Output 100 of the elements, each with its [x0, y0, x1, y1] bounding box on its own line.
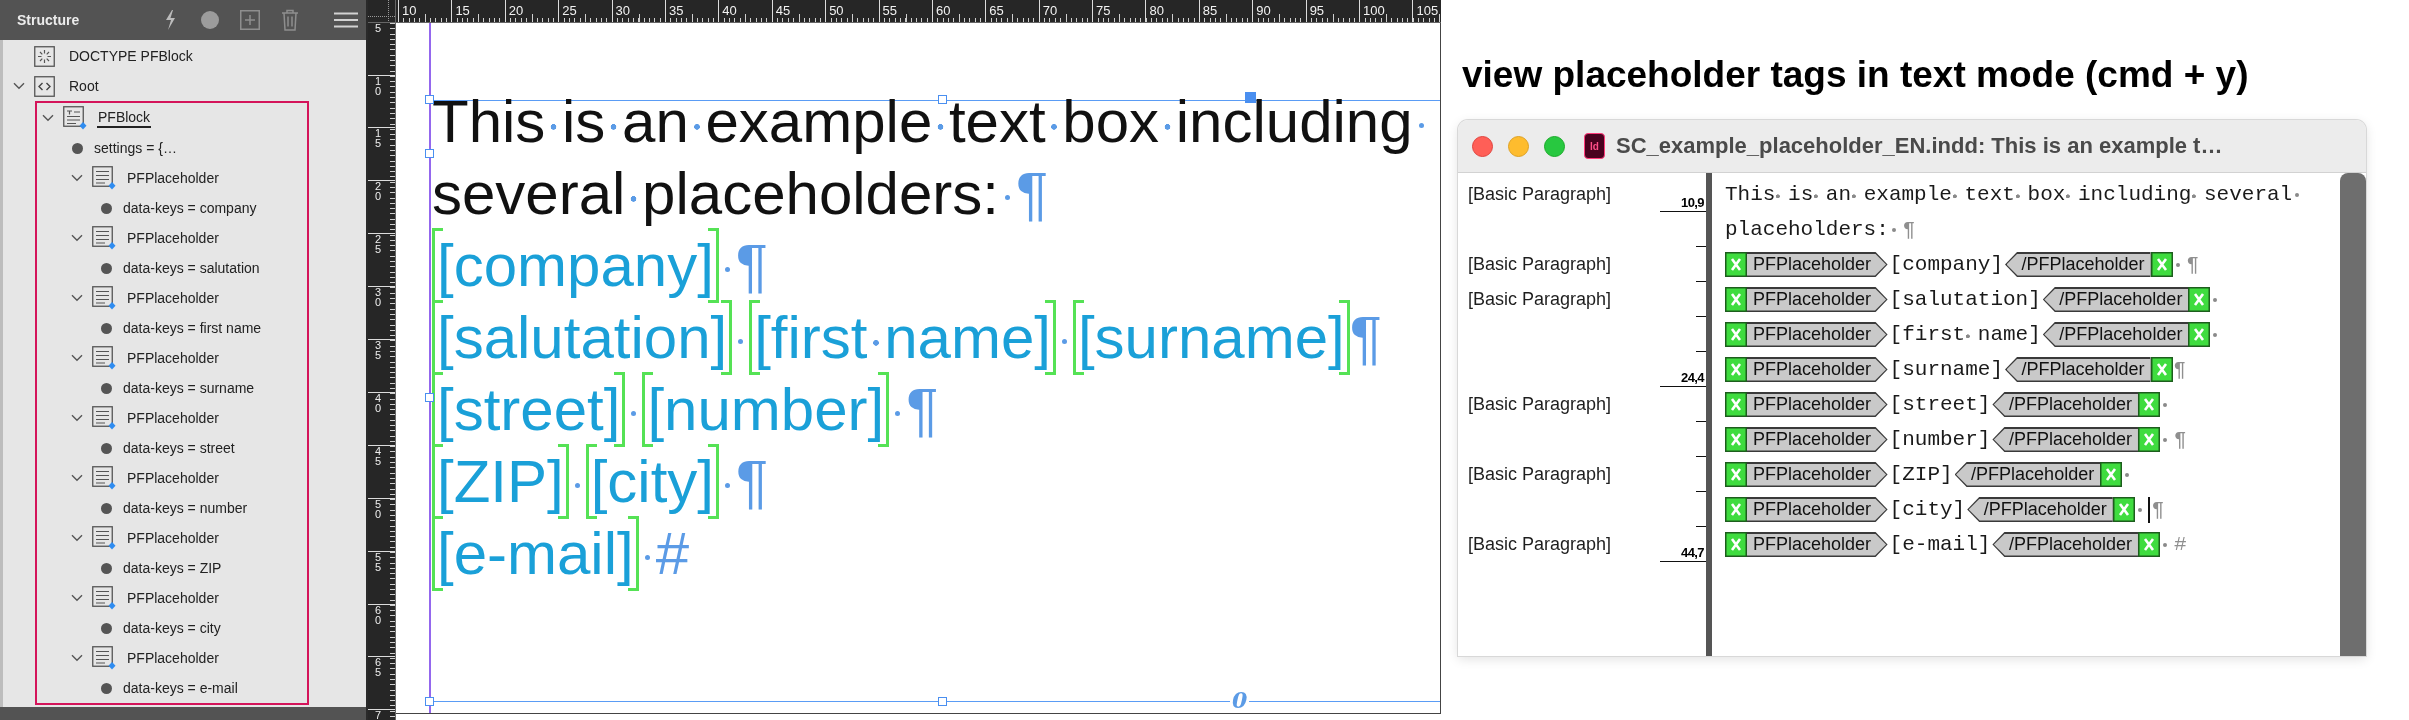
tree-item-label[interactable]: PFBlock: [97, 108, 152, 128]
ruler-number: 70: [1042, 3, 1058, 18]
ruler-number: 40: [375, 392, 382, 413]
tree-item-label[interactable]: data-keys = e-mail: [122, 679, 239, 697]
frame-handle[interactable]: [425, 697, 434, 706]
ruler-number: 45: [775, 3, 791, 18]
placeholder-text: [number]: [1889, 428, 1991, 451]
placeholder-text: [company]: [432, 228, 719, 303]
start-tag: PFPlaceholder: [1747, 322, 1888, 347]
chevron-down-icon[interactable]: [71, 294, 83, 302]
tree-item-label[interactable]: PFPlaceholder: [126, 349, 220, 367]
paragraph-style-label: [Basic Paragraph]: [1467, 464, 1612, 485]
chevron-down-icon[interactable]: [71, 234, 83, 242]
frame-handle[interactable]: [938, 95, 947, 104]
paragraph-end-mark: ¶: [736, 448, 769, 515]
ruler-number: 60: [375, 604, 382, 625]
body-text: several placeholders:: [432, 160, 999, 227]
tree-item-label[interactable]: data-keys = first name: [122, 319, 263, 337]
chevron-down-icon[interactable]: [71, 474, 83, 482]
placeholder-text: [surname]: [1072, 300, 1350, 375]
ruler-number: 20: [375, 181, 382, 202]
chevron-down-icon[interactable]: [71, 594, 83, 602]
text-lines-icon: [92, 466, 116, 490]
ruler-number: 50: [375, 498, 382, 519]
lightning-icon[interactable]: [163, 9, 177, 31]
window-zoom-button[interactable]: [1544, 135, 1565, 157]
ruler-number: 15: [455, 3, 470, 18]
tree-item-label[interactable]: PFPlaceholder: [126, 229, 220, 247]
tree-item-label[interactable]: PFPlaceholder: [126, 649, 220, 667]
ruler-number: 10: [402, 3, 417, 18]
start-tag: PFPlaceholder: [1747, 357, 1888, 382]
tree-item-label[interactable]: data-keys = street: [122, 439, 236, 457]
tree-item-label[interactable]: settings = {…: [93, 139, 178, 157]
ruler-number: 45: [375, 445, 382, 466]
chevron-down-icon[interactable]: [71, 174, 83, 182]
tag-marker-icon: [2150, 252, 2173, 277]
ruler-number: 75: [1096, 3, 1111, 18]
placeholder-text: [number]: [642, 372, 890, 447]
paragraph-end-mark: ¶: [1902, 218, 1916, 241]
paragraph-end-mark: ¶: [2174, 428, 2187, 451]
bullet-icon: [100, 202, 112, 214]
chevron-down-icon[interactable]: [71, 534, 83, 542]
chevron-down-icon[interactable]: [71, 354, 83, 362]
start-tag: PFPlaceholder: [1747, 252, 1888, 277]
tree-item-label[interactable]: PFPlaceholder: [126, 289, 220, 307]
bullet-icon: [71, 142, 83, 154]
tag-marker-icon: [1725, 357, 1747, 382]
body-text: This is an example text box including: [432, 88, 1413, 155]
text-frame-icon: [63, 106, 87, 130]
frame-handle[interactable]: [425, 393, 434, 402]
paragraph-end-mark: ¶: [2173, 358, 2187, 381]
tree-item-label[interactable]: PFPlaceholder: [126, 589, 220, 607]
text-lines-icon: [92, 526, 116, 550]
chevron-down-icon[interactable]: [13, 82, 25, 90]
placeholder-text: [e-mail]: [432, 516, 639, 591]
tree-item-label[interactable]: data-keys = city: [122, 619, 222, 637]
paragraph-end-mark: ¶: [735, 232, 769, 299]
ruler-number: 80: [1149, 3, 1164, 18]
end-tag: /PFPlaceholder: [1967, 497, 2113, 522]
tree-item-label[interactable]: data-keys = salutation: [122, 259, 261, 277]
tag-marker-icon: [1725, 287, 1747, 312]
tree-item-label[interactable]: Root: [68, 77, 100, 95]
frame-handle[interactable]: [425, 149, 434, 158]
ruler-number: 30: [615, 3, 631, 18]
tree-item-label[interactable]: PFPlaceholder: [126, 169, 220, 187]
bullet-icon: [100, 622, 112, 634]
menu-icon[interactable]: [334, 12, 358, 28]
tag-marker-icon: [2188, 322, 2211, 347]
tree-item-label[interactable]: data-keys = ZIP: [122, 559, 223, 577]
placeholder-text: [surname]: [1889, 358, 2003, 381]
tree-item-label[interactable]: data-keys = company: [122, 199, 258, 217]
bullet-icon: [100, 682, 112, 694]
frame-handle[interactable]: [425, 95, 434, 104]
chevron-down-icon[interactable]: [71, 654, 83, 662]
paragraph-end-mark: ¶: [2186, 253, 2200, 276]
scrollbar[interactable]: [2340, 173, 2366, 656]
ruler-number: 35: [375, 340, 382, 361]
paragraph-style-label: [Basic Paragraph]: [1467, 394, 1612, 415]
tree-item-label[interactable]: PFPlaceholder: [126, 529, 220, 547]
tree-item-label[interactable]: PFPlaceholder: [126, 409, 220, 427]
end-tag: /PFPlaceholder: [2042, 322, 2189, 347]
ruler-number: 40: [722, 3, 737, 18]
frame-handle[interactable]: [938, 697, 947, 706]
tree-item-label[interactable]: DOCTYPE PFBlock: [68, 47, 194, 65]
trash-icon[interactable]: [281, 9, 299, 31]
chevron-down-icon[interactable]: [42, 114, 54, 122]
tree-item-label[interactable]: data-keys = number: [122, 499, 249, 517]
ruler-number: 65: [375, 657, 382, 678]
tree-item-label[interactable]: data-keys = surname: [122, 379, 256, 397]
window-close-button[interactable]: [1472, 135, 1493, 157]
bullet-icon: [100, 502, 112, 514]
ruler-number: 35: [668, 3, 684, 18]
plus-square-icon[interactable]: [240, 10, 260, 30]
ruler-number: 25: [562, 3, 577, 18]
chevron-down-icon[interactable]: [71, 414, 83, 422]
text-lines-icon: [92, 226, 116, 250]
tree-item-label[interactable]: PFPlaceholder: [126, 469, 220, 487]
ruler-number: 7: [375, 710, 382, 720]
tag-marker-icon: [1725, 462, 1747, 487]
circle-icon[interactable]: [201, 11, 219, 29]
